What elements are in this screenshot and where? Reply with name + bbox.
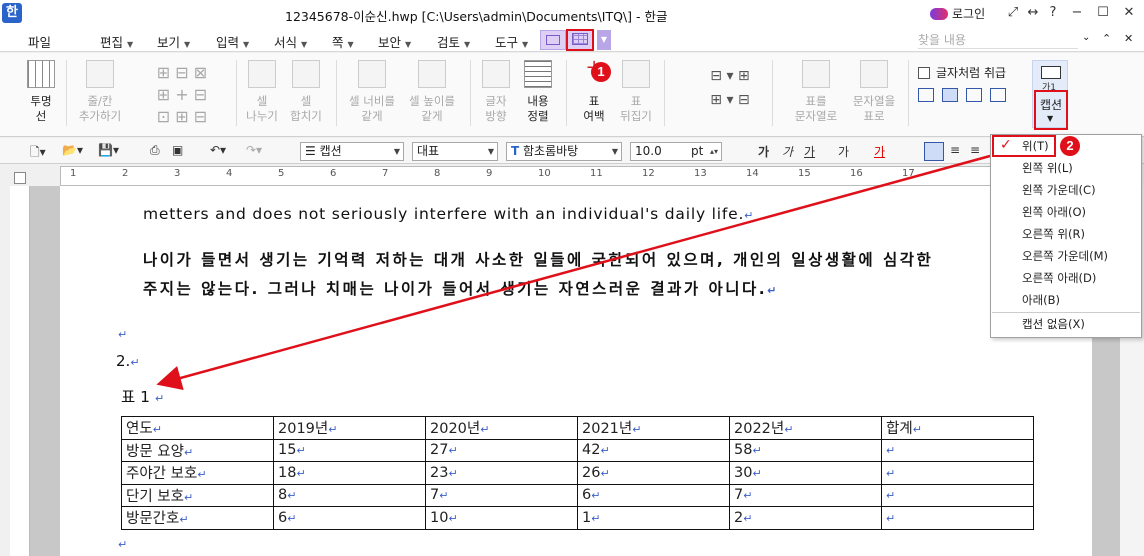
caption-menu-item[interactable]: 왼쪽 위(L) xyxy=(1022,160,1073,176)
caption-menu-item[interactable]: 아래(B) xyxy=(1022,292,1060,308)
caption-menu-item[interactable]: 왼쪽 가운데(C) xyxy=(1022,182,1096,198)
caption-menu-item[interactable]: 오른쪽 아래(D) xyxy=(1022,270,1096,286)
caption-menu-item[interactable]: 왼쪽 아래(O) xyxy=(1022,204,1086,220)
caption-menu-item[interactable]: 위(T) xyxy=(1022,138,1049,154)
checkmark-icon: ✓ xyxy=(1000,137,1012,153)
caption-menu-item[interactable]: 오른쪽 가운데(M) xyxy=(1022,248,1108,264)
caption-menu-item[interactable]: 캡션 없음(X) xyxy=(1022,316,1085,332)
step-badge-2: 2 xyxy=(1060,136,1080,156)
caption-menu-item[interactable]: 오른쪽 위(R) xyxy=(1022,226,1085,242)
annotation-arrow xyxy=(156,154,991,391)
menu-separator xyxy=(992,312,1140,313)
